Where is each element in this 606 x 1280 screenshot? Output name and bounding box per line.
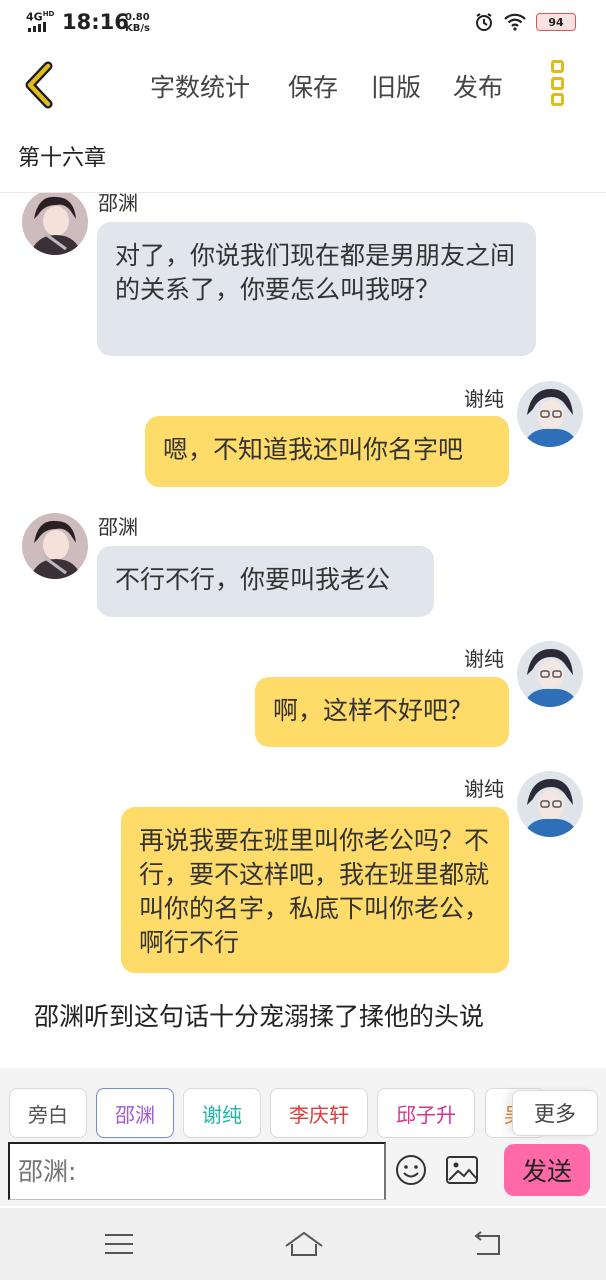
chapter-title[interactable]: 第十六章	[18, 140, 106, 172]
sender-name: 谢纯	[464, 647, 504, 671]
network-speed: 0.80 KB/s	[125, 12, 150, 34]
message-bubble-right[interactable]: 啊，这样不好吧？	[255, 677, 509, 747]
send-button[interactable]: 发送	[504, 1144, 590, 1196]
message-bubble-right[interactable]: 再说我要在班里叫你老公吗？不行，要不这样吧，我在班里都就叫你的名字，私底下叫你老…	[121, 807, 509, 973]
message-bubble-left[interactable]: 不行不行，你要叫我老公	[97, 546, 434, 617]
chip-label: 邱子升	[396, 1102, 456, 1127]
editor-toolbar: 字数统计 保存 旧版 发布	[0, 48, 606, 122]
sender-name: 谢纯	[464, 777, 504, 801]
avatar[interactable]	[517, 381, 583, 447]
back-icon[interactable]	[471, 1230, 503, 1258]
wifi-icon	[504, 13, 526, 31]
chip-label: 谢纯	[202, 1102, 242, 1127]
image-icon[interactable]	[446, 1156, 478, 1184]
status-bar: 4GHD 18:16 0.80 KB/s 94	[0, 0, 606, 48]
status-icons: 94	[474, 12, 576, 32]
home-icon[interactable]	[284, 1230, 324, 1258]
avatar[interactable]	[517, 641, 583, 707]
sender-name: 邵渊	[98, 193, 138, 215]
input-bar: 发送	[0, 1140, 606, 1206]
message-bubble-left[interactable]: 对了，你说我们现在都是男朋友之间的关系了，你要怎么叫我呀？	[97, 222, 536, 356]
character-chip-shaoyuan[interactable]: 邵渊	[96, 1088, 174, 1138]
sender-name: 谢纯	[464, 387, 504, 411]
chip-label: 旁白	[28, 1102, 68, 1127]
character-chip-narrator[interactable]: 旁白	[9, 1088, 87, 1138]
save-button[interactable]: 保存	[288, 68, 338, 104]
narration-text[interactable]: 邵渊听到这句话十分宠溺揉了揉他的头说	[34, 997, 484, 1033]
avatar[interactable]	[22, 193, 88, 255]
alarm-icon	[476, 13, 492, 31]
character-selector: 旁白 邵渊 谢纯 李庆轩 邱子升 吴 更多	[0, 1068, 606, 1144]
emoji-icon[interactable]	[395, 1154, 427, 1186]
clock: 18:16	[62, 10, 129, 34]
message-input[interactable]	[8, 1142, 386, 1200]
signal-icon	[28, 22, 46, 32]
word-count-button[interactable]: 字数统计	[150, 68, 250, 104]
character-chip-xiechun[interactable]: 谢纯	[183, 1088, 261, 1138]
battery-icon: 94	[536, 13, 576, 31]
character-chip-liqingxuan[interactable]: 李庆轩	[270, 1088, 368, 1138]
character-chip-qiuzisheng[interactable]: 邱子升	[377, 1088, 475, 1138]
old-version-button[interactable]: 旧版	[371, 68, 421, 104]
avatar[interactable]	[22, 513, 88, 579]
avatar[interactable]	[517, 771, 583, 837]
chip-label: 李庆轩	[289, 1102, 349, 1127]
more-characters-button[interactable]: 更多	[512, 1090, 598, 1136]
more-vertical-icon[interactable]	[548, 58, 568, 108]
menu-icon[interactable]	[103, 1230, 135, 1258]
publish-button[interactable]: 发布	[453, 68, 503, 104]
chip-label: 邵渊	[115, 1102, 155, 1127]
chat-area[interactable]: 邵渊 对了，你说我们现在都是男朋友之间的关系了，你要怎么叫我呀？ 谢纯 嗯，不知…	[0, 193, 606, 1065]
sender-name: 邵渊	[98, 515, 138, 539]
chevron-left-icon	[25, 61, 53, 109]
system-nav-bar	[0, 1208, 606, 1280]
message-bubble-right[interactable]: 嗯，不知道我还叫你名字吧	[145, 416, 509, 487]
back-button[interactable]	[18, 60, 62, 110]
